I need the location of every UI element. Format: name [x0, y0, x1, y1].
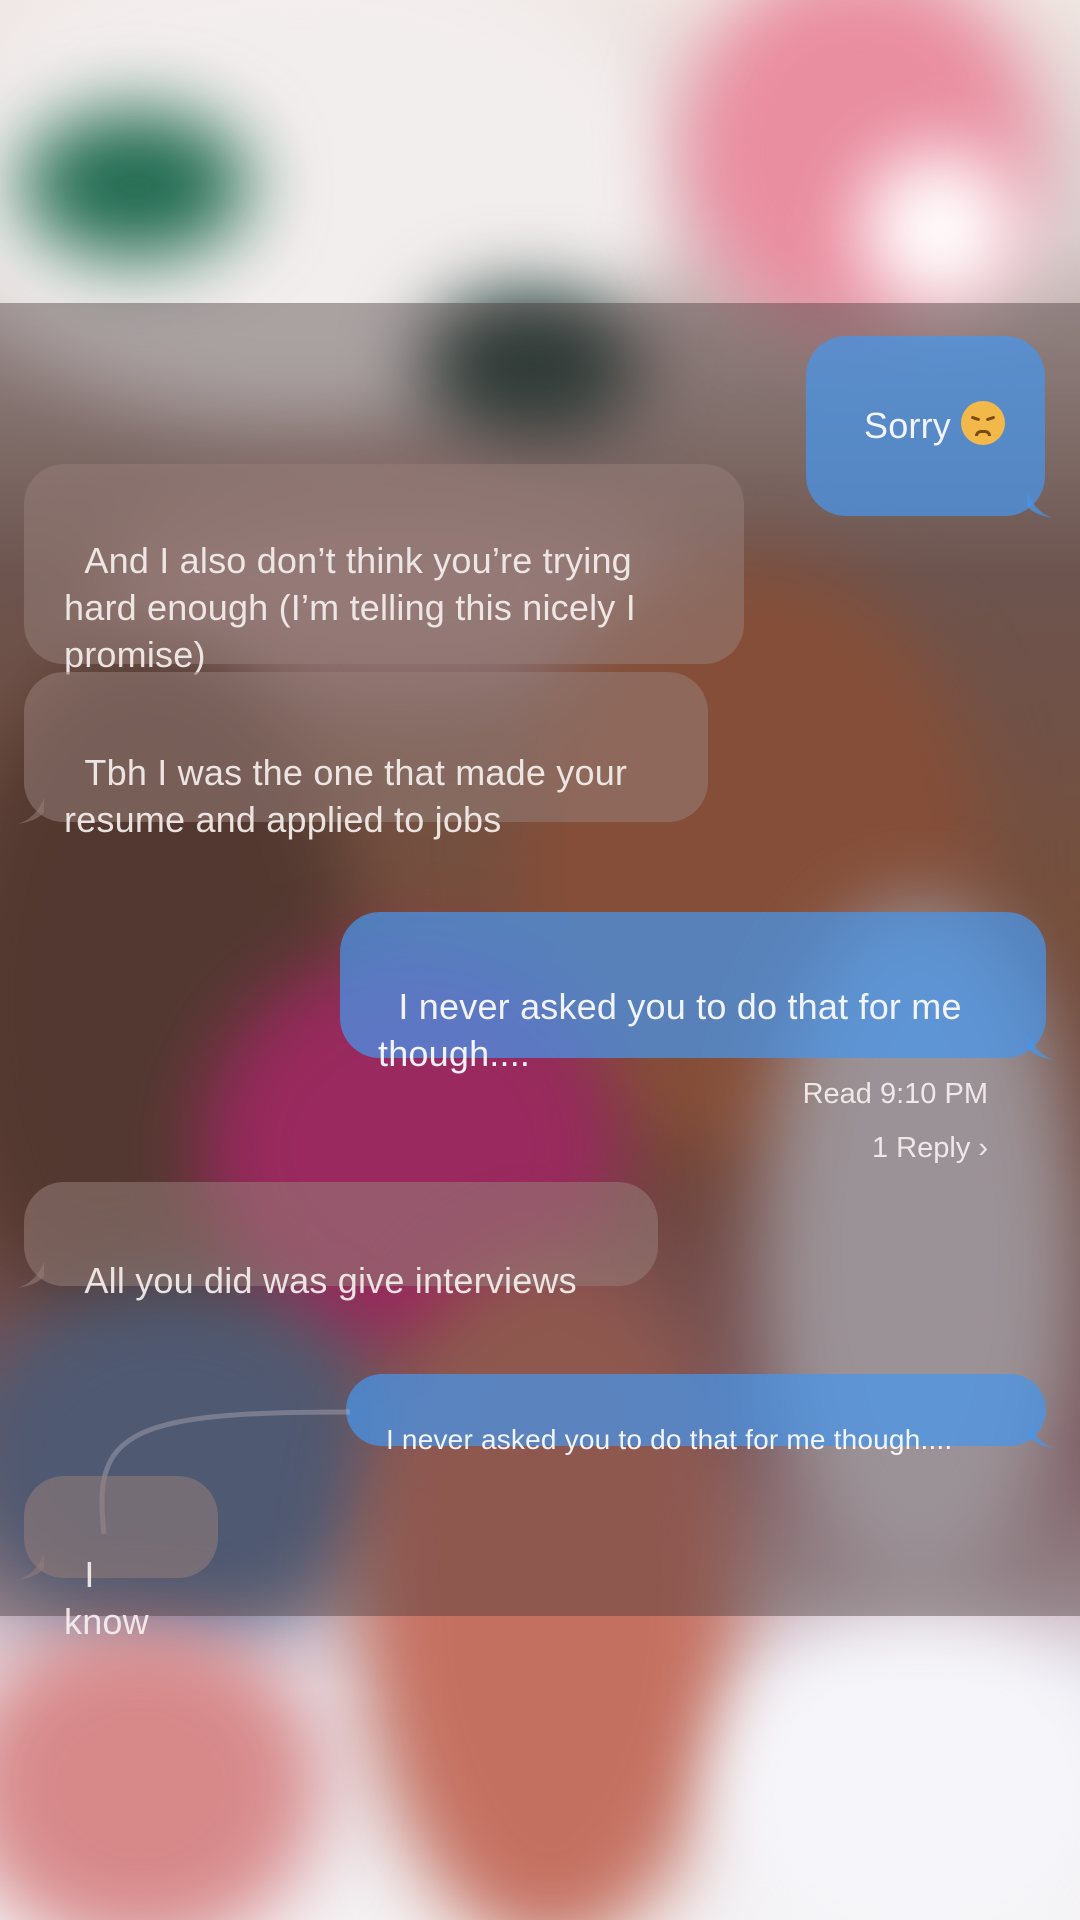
quoted-outgoing-message-bubble[interactable]: I never asked you to do that for me thou…: [346, 1374, 1054, 1455]
bubble-tail-icon: [1028, 1422, 1054, 1448]
reply-count: 1 Reply: [872, 1132, 971, 1164]
incoming-message-bubble[interactable]: Tbh I was the one that made your resume …: [18, 672, 708, 840]
bubble-tail-icon: [18, 798, 44, 824]
message-text: I never asked you to do that for me thou…: [385, 1424, 953, 1455]
bubble-tail-icon: [18, 1262, 44, 1288]
outgoing-message-bubble[interactable]: Sorry: [805, 336, 1053, 518]
chevron-right-icon: ›: [978, 1132, 988, 1164]
outgoing-message-bubble[interactable]: I never asked you to do that for me thou…: [340, 912, 1054, 1074]
message-text: All you did was give interviews: [84, 1260, 577, 1301]
message-text: Sorry: [863, 405, 951, 446]
disappointed-face-icon: [961, 401, 1005, 445]
bubble-tail-icon: [1028, 1034, 1054, 1060]
incoming-message-bubble[interactable]: And I also don’t think you’re trying har…: [24, 464, 744, 675]
bubble-tail-icon: [18, 1554, 44, 1580]
read-receipt: Read 9:10 PM: [802, 1078, 988, 1110]
bubble-tail-icon: [1027, 492, 1053, 518]
message-text: And I also don’t think you’re trying har…: [64, 540, 636, 675]
incoming-message-bubble[interactable]: I know: [18, 1476, 218, 1642]
thread-replies-link[interactable]: 1 Reply ›: [872, 1132, 988, 1165]
incoming-message-bubble[interactable]: All you did was give interviews: [18, 1182, 658, 1301]
